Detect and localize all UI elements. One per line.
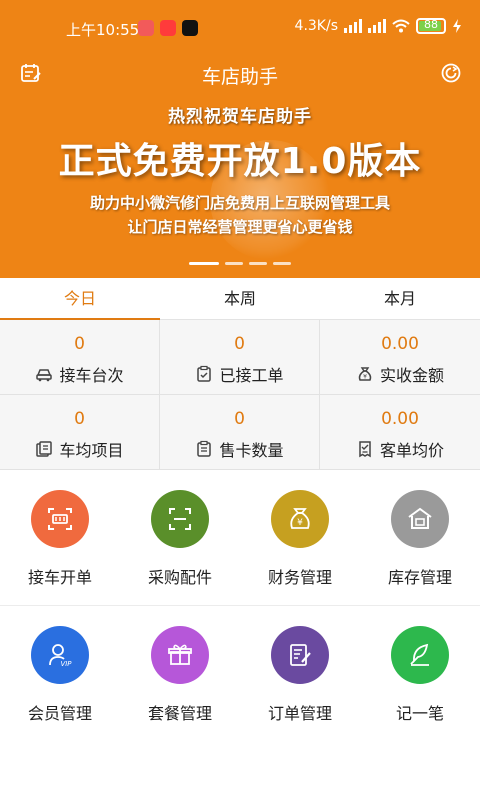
feature-icon-circle [391, 490, 449, 548]
feature-label: 财务管理 [267, 568, 332, 587]
banner-title: 正式免费开放1.0版本 [58, 141, 422, 182]
feature-vehicle-checkin[interactable]: 接车开单 [0, 470, 120, 605]
battery-icon: 88 [416, 18, 446, 34]
stat-value: 0 [234, 334, 245, 354]
status-app-icons [138, 20, 198, 36]
tab-today[interactable]: 今日 [0, 278, 160, 320]
stat-label: 实收金额 [379, 366, 444, 385]
status-bar: 上午10:55 4.3K/s 88 [0, 0, 480, 56]
signal-icon [368, 19, 386, 33]
money-bag-icon: ¥ [358, 367, 372, 381]
yen-bag-icon: ¥ [290, 508, 310, 529]
card-clipboard-icon [197, 440, 212, 457]
carousel-dot[interactable] [225, 262, 243, 265]
carousel-dot[interactable] [249, 262, 267, 265]
feature-row: VIP 会员管理 套餐管理 订单管理 记一笔 [0, 606, 480, 742]
stat-label: 车均项目 [59, 441, 124, 460]
feature-row: 接车开单 采购配件 ¥ 财务管理 库存管理 [0, 470, 480, 606]
feature-label: 套餐管理 [147, 704, 212, 723]
svg-text:¥: ¥ [363, 374, 367, 381]
feature-icon-circle [391, 626, 449, 684]
scan-card-icon [48, 508, 72, 530]
feather-note-icon [410, 643, 429, 666]
period-tabs: 今日 本周 本月 [0, 278, 480, 320]
notification-app-icon [138, 20, 154, 36]
banner-headline: 热烈祝贺车店助手 [168, 107, 312, 127]
stat-cell: 0 已接工单 [160, 320, 320, 395]
tab-month[interactable]: 本月 [320, 278, 480, 319]
receipt-icon [359, 441, 371, 458]
stat-label: 已接工单 [219, 366, 284, 385]
carousel-dot[interactable] [273, 262, 291, 265]
list-document-icon [36, 441, 53, 457]
tiktok-icon [182, 20, 198, 36]
feature-label: 会员管理 [27, 704, 92, 723]
feature-label: 记一笔 [395, 704, 444, 723]
feature-label: 订单管理 [267, 704, 332, 723]
status-time: 上午10:55 [66, 21, 140, 39]
order-edit-icon [290, 644, 311, 666]
refresh-icon[interactable] [440, 62, 462, 84]
stat-label: 接车台次 [59, 366, 124, 385]
stat-cell: 0.00 客单均价 [320, 395, 480, 470]
carousel-indicator [0, 262, 480, 265]
network-speed: 4.3K/s [294, 18, 338, 34]
stat-cell: 0 售卡数量 [160, 395, 320, 470]
stat-cell: 0 接车台次 [0, 320, 160, 395]
charging-icon [453, 19, 461, 33]
feature-purchase-parts[interactable]: 采购配件 [120, 470, 240, 605]
car-icon [36, 369, 53, 382]
feature-quick-note[interactable]: 记一笔 [360, 606, 480, 742]
vip-user-icon: VIP [49, 644, 72, 668]
status-indicators: 4.3K/s 88 [295, 18, 462, 34]
feature-label: 接车开单 [27, 568, 92, 587]
banner-subtitle: 助力中小微汽修门店免费用上互联网管理工具 [89, 194, 390, 212]
feature-icon-circle: ¥ [271, 490, 329, 548]
stat-value: 0.00 [381, 334, 419, 354]
scan-frame-icon [169, 508, 191, 530]
feature-label: 采购配件 [147, 568, 212, 587]
svg-text:¥: ¥ [297, 518, 303, 528]
header-banner-area: 上午10:55 4.3K/s 88 车店助手 热烈祝贺车店助手 正式免费开放1.… [0, 0, 480, 278]
gift-icon [168, 644, 192, 665]
stat-value: 0 [74, 334, 85, 354]
promo-banner[interactable]: 热烈祝贺车店助手 正式免费开放1.0版本 助力中小微汽修门店免费用上互联网管理工… [0, 96, 480, 256]
notification-app-icon [160, 20, 176, 36]
banner-subtitle: 让门店日常经营管理更省心更省钱 [127, 218, 353, 236]
stats-panel: 0 接车台次 0 已接工单 0.00 ¥ 实收金额 0 车均项目 0 售卡数量 [0, 320, 480, 470]
feature-label: 库存管理 [387, 568, 452, 587]
feature-packages[interactable]: 套餐管理 [120, 606, 240, 742]
stat-label: 售卡数量 [219, 441, 284, 460]
feature-icon-circle: VIP [31, 626, 89, 684]
feature-icon-circle [151, 490, 209, 548]
wifi-icon [392, 19, 410, 33]
tab-week[interactable]: 本周 [160, 278, 320, 319]
feature-icon-circle [271, 626, 329, 684]
page-title: 车店助手 [201, 66, 278, 88]
title-bar: 车店助手 [0, 56, 480, 92]
stat-cell: 0 车均项目 [0, 395, 160, 470]
stat-label: 客单均价 [379, 441, 444, 460]
feature-icon-circle [31, 490, 89, 548]
stat-value: 0.00 [381, 409, 419, 429]
feature-finance[interactable]: ¥ 财务管理 [240, 470, 360, 605]
stat-cell: 0.00 ¥ 实收金额 [320, 320, 480, 395]
feature-members[interactable]: VIP 会员管理 [0, 606, 120, 742]
svg-text:VIP: VIP [60, 660, 72, 668]
clipboard-check-icon [197, 365, 212, 382]
feature-inventory[interactable]: 库存管理 [360, 470, 480, 605]
feature-icon-circle [151, 626, 209, 684]
warehouse-icon [408, 507, 432, 529]
stat-value: 0 [74, 409, 85, 429]
feature-orders[interactable]: 订单管理 [240, 606, 360, 742]
carousel-dot[interactable] [189, 262, 219, 265]
signal-icon [344, 19, 362, 33]
stat-value: 0 [234, 409, 245, 429]
feature-grid: 接车开单 采购配件 ¥ 财务管理 库存管理 VIP 会员管理 套餐管理 订单管理… [0, 470, 480, 742]
